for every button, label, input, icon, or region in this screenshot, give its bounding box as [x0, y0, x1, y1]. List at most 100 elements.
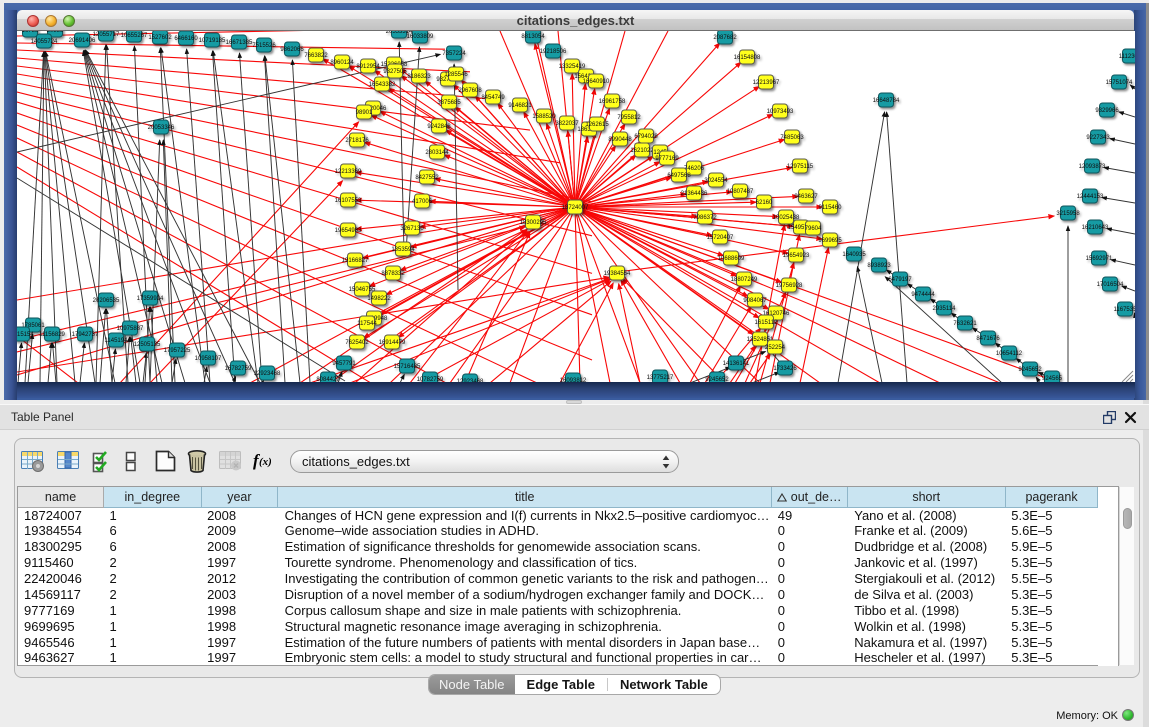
svg-text:9474444: 9474444: [911, 292, 935, 298]
svg-text:7515526: 7515526: [252, 43, 276, 49]
svg-text:1733426: 1733426: [773, 366, 797, 372]
svg-text:746206: 746206: [684, 166, 705, 172]
svg-text:7625402: 7625402: [345, 340, 369, 346]
svg-text:15716485: 15716485: [394, 364, 421, 370]
svg-text:1262615: 1262615: [585, 122, 609, 128]
svg-text:10688609: 10688609: [718, 256, 745, 262]
svg-text:252254: 252254: [765, 345, 786, 351]
svg-text:18724007: 18724007: [562, 205, 589, 211]
svg-text:8471676: 8471676: [976, 336, 1000, 342]
svg-text:8427552: 8427552: [415, 175, 439, 181]
svg-text:9227343: 9227343: [1086, 135, 1110, 141]
svg-text:13775217: 13775217: [647, 375, 674, 381]
svg-text:2935114: 2935114: [933, 306, 957, 312]
svg-text:7357224: 7357224: [442, 51, 466, 57]
svg-text:2967608: 2967608: [458, 88, 482, 94]
svg-text:9242848: 9242848: [427, 124, 451, 130]
svg-text:1621022: 1621022: [630, 148, 654, 154]
svg-text:16154808: 16154808: [734, 55, 761, 61]
svg-text:15751074: 15751074: [1106, 80, 1133, 86]
svg-text:1353594: 1353594: [391, 247, 415, 253]
svg-text:1145194: 1145194: [105, 338, 129, 344]
svg-text:7663822: 7663822: [304, 53, 328, 59]
svg-text:9245652: 9245652: [1018, 367, 1042, 373]
svg-text:8454749: 8454749: [481, 95, 505, 101]
svg-text:3267130: 3267130: [400, 226, 424, 232]
svg-text:9115460: 9115460: [819, 205, 843, 211]
svg-text:15692971: 15692971: [1086, 256, 1113, 262]
svg-text:10958107: 10958107: [195, 356, 222, 362]
svg-text:1527602: 1527602: [148, 35, 172, 41]
svg-text:6497568: 6497568: [667, 173, 691, 179]
svg-text:10655267: 10655267: [121, 33, 148, 39]
svg-text:1588520: 1588520: [532, 114, 556, 120]
svg-text:9084067: 9084067: [743, 298, 767, 304]
svg-text:98901: 98901: [356, 110, 373, 116]
svg-text:9699695: 9699695: [818, 238, 842, 244]
svg-text:1615112: 1615112: [755, 320, 779, 326]
svg-text:16914479: 16914479: [379, 340, 406, 346]
svg-text:12055717: 12055717: [93, 32, 120, 38]
svg-text:417006: 417006: [412, 199, 433, 205]
svg-text:16107553: 16107553: [335, 198, 362, 204]
svg-text:20206535: 20206535: [93, 298, 120, 304]
svg-text:1640935: 1640935: [842, 252, 866, 258]
svg-text:9329966: 9329966: [1095, 108, 1119, 114]
svg-text:7955812: 7955812: [617, 115, 641, 121]
svg-text:12444153: 12444153: [1077, 194, 1104, 200]
svg-text:8990448: 8990448: [608, 137, 632, 143]
svg-text:16640910: 16640910: [583, 79, 610, 85]
svg-text:12975115: 12975115: [787, 164, 814, 170]
svg-text:16782759: 16782759: [225, 366, 252, 372]
svg-text:10807487: 10807487: [727, 189, 754, 195]
svg-text:19654923: 19654923: [783, 253, 810, 259]
svg-text:9862066: 9862066: [280, 47, 304, 53]
svg-text:1285546: 1285546: [444, 72, 468, 78]
svg-text:79604: 79604: [805, 226, 822, 232]
svg-text:3915154: 3915154: [17, 332, 34, 338]
svg-text:12213967: 12213967: [753, 80, 780, 86]
svg-text:16033809: 16033809: [407, 34, 434, 40]
svg-text:6479197: 6479197: [888, 277, 912, 283]
svg-text:12505135: 12505135: [134, 342, 161, 348]
svg-text:10973493: 10973493: [767, 109, 794, 115]
svg-text:62160: 62160: [756, 200, 773, 206]
svg-text:6794028: 6794028: [634, 134, 658, 140]
svg-text:19654983: 19654983: [335, 228, 362, 234]
svg-text:20691406: 20691406: [69, 38, 96, 44]
svg-text:12923468: 12923468: [254, 371, 281, 377]
svg-text:10654112: 10654112: [996, 351, 1023, 357]
svg-text:8186323: 8186323: [407, 74, 431, 80]
svg-text:12093873: 12093873: [1079, 164, 1106, 170]
svg-text:12213369: 12213369: [335, 169, 362, 175]
svg-text:3822037: 3822037: [555, 121, 579, 127]
svg-text:9327505: 9327505: [383, 69, 407, 75]
svg-text:2803144: 2803144: [425, 150, 449, 156]
svg-text:7632621: 7632621: [953, 321, 977, 327]
svg-text:9457791: 9457791: [332, 361, 356, 367]
svg-text:16543382: 16543382: [369, 82, 396, 88]
svg-text:17942737: 17942737: [72, 332, 99, 338]
svg-text:8813054: 8813054: [521, 34, 545, 40]
svg-text:11156829: 11156829: [39, 332, 65, 338]
svg-text:17957225: 17957225: [164, 348, 191, 354]
svg-text:19166827: 19166827: [342, 258, 369, 264]
svg-text:16648784: 16648784: [873, 98, 900, 104]
svg-text:14136141: 14136141: [723, 361, 750, 367]
svg-text:14055724: 14055724: [31, 39, 58, 45]
svg-text:19218506: 19218506: [540, 49, 567, 55]
svg-text:10719185: 10719185: [199, 38, 226, 44]
svg-text:16671385: 16671385: [226, 40, 253, 46]
svg-text:(x): (x): [259, 456, 271, 468]
svg-text:15720407: 15720407: [707, 235, 734, 241]
svg-text:18807249: 18807249: [731, 277, 758, 283]
svg-text:8960124: 8960124: [330, 60, 354, 66]
svg-text:7485063: 7485063: [780, 135, 804, 141]
svg-text:3875685: 3875685: [437, 100, 461, 106]
svg-text:19756928: 19756928: [776, 283, 803, 289]
svg-text:1112304: 1112304: [1119, 54, 1135, 60]
svg-text:18300295: 18300295: [520, 220, 547, 226]
svg-text:8912954: 8912954: [356, 64, 380, 70]
svg-text:16961758: 16961758: [599, 99, 626, 105]
svg-text:1167535: 1167535: [1114, 307, 1135, 313]
